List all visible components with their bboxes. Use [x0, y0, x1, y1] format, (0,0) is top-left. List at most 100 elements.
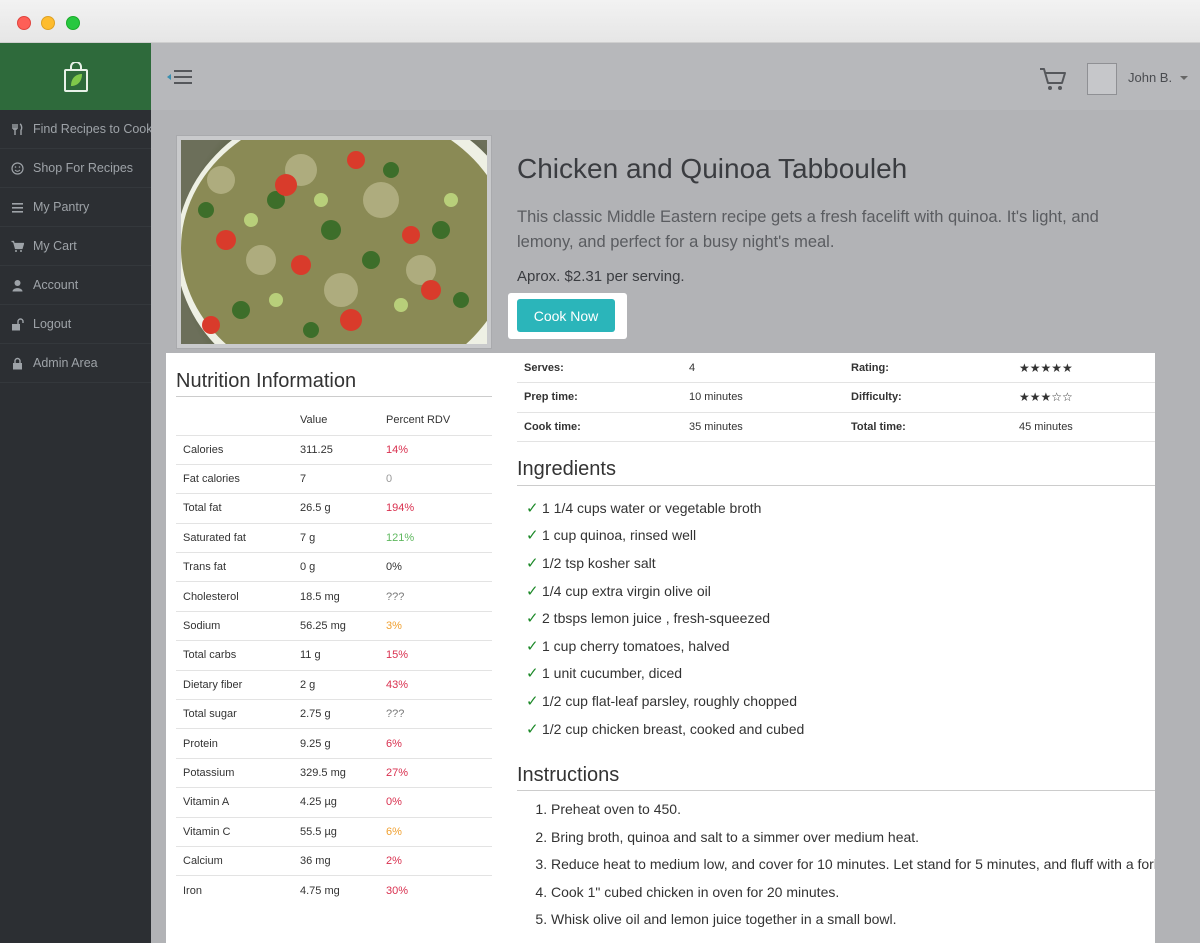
nutrient-value: 0 g — [293, 552, 379, 582]
nutrient-name: Dietary fiber — [176, 669, 293, 700]
difficulty-label: Difficulty: — [844, 382, 1012, 413]
total-time-label: Total time: — [844, 412, 1012, 442]
nutrition-row: Potassium 329.5 mg 27% — [176, 757, 492, 788]
instruction-step: Reduce heat to medium low, and cover for… — [551, 854, 1155, 874]
cart-icon[interactable] — [1039, 66, 1067, 92]
serves-label: Serves: — [517, 353, 682, 383]
nutrient-value: 2 g — [293, 669, 379, 700]
divider — [517, 485, 1155, 486]
sidebar-item-shop-for-recipes[interactable]: Shop For Recipes — [0, 149, 151, 188]
top-header: John B. — [151, 43, 1200, 110]
brand-logo[interactable] — [0, 43, 151, 110]
nutrient-name: Potassium — [176, 757, 293, 788]
recipe-description: This classic Middle Eastern recipe gets … — [517, 208, 1099, 251]
nutrition-header-rdv: Percent RDV — [386, 414, 451, 427]
nutrient-name: Total sugar — [176, 699, 293, 729]
maximize-window-button[interactable] — [66, 16, 80, 30]
cook-now-highlight: Cook Now — [508, 293, 627, 339]
nutrient-rdv: 2% — [379, 845, 492, 876]
chevron-down-icon[interactable] — [1180, 76, 1188, 80]
shopping-bag-leaf-icon — [63, 61, 88, 92]
nutrient-name: Calcium — [176, 845, 293, 876]
nutrition-row: Vitamin C 55.5 µg 6% — [176, 816, 492, 847]
nutrient-name: Vitamin C — [176, 816, 293, 847]
instructions-list: Preheat oven to 450. Bring broth, quinoa … — [517, 799, 1155, 937]
check-icon: ✓ — [526, 692, 539, 710]
sidebar-item-account[interactable]: Account — [0, 266, 151, 305]
ingredient-item: ✓ 2 tbsps lemon juice , fresh-squeezed — [517, 604, 804, 632]
nutrient-value: 7 g — [293, 522, 379, 553]
list-icon — [11, 201, 24, 214]
check-icon: ✓ — [526, 637, 539, 655]
ingredient-text: 1 1/4 cups water or vegetable broth — [542, 499, 762, 516]
divider — [517, 790, 1155, 791]
nutrient-value: 329.5 mg — [293, 757, 379, 788]
cook-time-label: Cook time: — [517, 412, 682, 442]
sidebar-item-my-pantry[interactable]: My Pantry — [0, 188, 151, 227]
difficulty-stars: ★★★☆☆ — [1012, 382, 1155, 413]
check-icon: ✓ — [526, 665, 539, 683]
nutrition-row: Saturated fat 7 g 121% — [176, 522, 492, 553]
ingredient-item: ✓ 1 cup cherry tomatoes, halved — [517, 632, 804, 660]
instruction-step: Preheat oven to 450. — [551, 799, 1155, 819]
menu-toggle-icon[interactable] — [166, 68, 194, 86]
nutrient-rdv: ??? — [379, 699, 492, 729]
nutrition-row: Total fat 26.5 g 194% — [176, 493, 492, 524]
close-window-button[interactable] — [17, 16, 31, 30]
nutrient-value: 7 — [293, 463, 379, 494]
user-icon — [11, 279, 24, 292]
ingredient-item: ✓ 1/4 cup extra virgin olive oil — [517, 577, 804, 605]
user-name[interactable]: John B. — [1128, 70, 1172, 85]
rating-stars: ★★★★★ — [1012, 353, 1155, 383]
nutrient-value: 26.5 g — [293, 493, 379, 524]
nutrition-row: Calories 311.25 14% — [176, 434, 492, 465]
nutrient-name: Sodium — [176, 610, 293, 641]
nutrition-row: Calcium 36 mg 2% — [176, 845, 492, 876]
minimize-window-button[interactable] — [41, 16, 55, 30]
nutrient-rdv: 14% — [379, 434, 492, 465]
sidebar-item-admin-area[interactable]: Admin Area — [0, 344, 151, 383]
nutrient-rdv: 6% — [379, 816, 492, 847]
nutrient-name: Calories — [176, 434, 293, 465]
unlock-icon — [11, 317, 24, 331]
avatar[interactable] — [1087, 63, 1117, 95]
nutrient-rdv: 27% — [379, 757, 492, 788]
nutrient-name: Cholesterol — [176, 581, 293, 612]
sidebar: Find Recipes to Cook Shop For Recipes My P… — [0, 43, 151, 943]
nutrient-name: Total carbs — [176, 640, 293, 671]
salad-bowl-image — [181, 140, 487, 344]
nutrition-table: Value Percent RDV Calories 311.25 14% Fat c… — [176, 406, 492, 906]
sidebar-item-label: Logout — [33, 317, 72, 331]
utensils-icon — [11, 122, 24, 136]
ingredient-item: ✓ 1/2 tsp kosher salt — [517, 549, 804, 577]
recipe-details-panel: Nutrition Information Value Percent RDV … — [166, 353, 1155, 943]
sidebar-item-find-recipes-to-cook[interactable]: Find Recipes to Cook — [0, 110, 151, 149]
cart-icon — [11, 240, 25, 253]
recipe-meta-table: Serves: 4 Rating: ★★★★★ Prep time: 10 mi… — [517, 353, 1155, 442]
sidebar-item-label: My Pantry — [33, 200, 90, 214]
nutrition-row: Sodium 56.25 mg 3% — [176, 610, 492, 641]
nutrition-row: Vitamin A 4.25 µg 0% — [176, 787, 492, 818]
check-icon: ✓ — [526, 499, 539, 517]
nutrient-value: 55.5 µg — [293, 816, 379, 847]
nutrient-rdv: 0% — [379, 787, 492, 818]
nutrient-rdv: 3% — [379, 610, 492, 641]
nutrition-row: Fat calories 7 0 — [176, 463, 492, 494]
sidebar-nav: Find Recipes to Cook Shop For Recipes My P… — [0, 110, 151, 383]
recipe-photo-frame — [176, 135, 492, 349]
nutrient-name: Vitamin A — [176, 787, 293, 818]
check-icon: ✓ — [526, 610, 539, 628]
nutrient-rdv: 121% — [379, 522, 492, 553]
nutrient-name: Trans fat — [176, 552, 293, 582]
nutrient-value: 4.75 mg — [293, 875, 379, 906]
nutrition-row: Dietary fiber 2 g 43% — [176, 669, 492, 700]
ingredient-item: ✓ 1 unit cucumber, diced — [517, 660, 804, 688]
nutrient-value: 56.25 mg — [293, 610, 379, 641]
serves-value: 4 — [682, 353, 844, 383]
sidebar-item-logout[interactable]: Logout — [0, 305, 151, 344]
cook-now-button[interactable]: Cook Now — [517, 299, 615, 332]
sidebar-item-my-cart[interactable]: My Cart — [0, 227, 151, 266]
ingredient-text: 1 cup quinoa, rinsed well — [542, 527, 697, 544]
recipe-title: Chicken and Quinoa Tabbouleh — [517, 153, 908, 184]
ingredient-text: 1/2 cup flat-leaf parsley, roughly chopp… — [542, 692, 798, 709]
